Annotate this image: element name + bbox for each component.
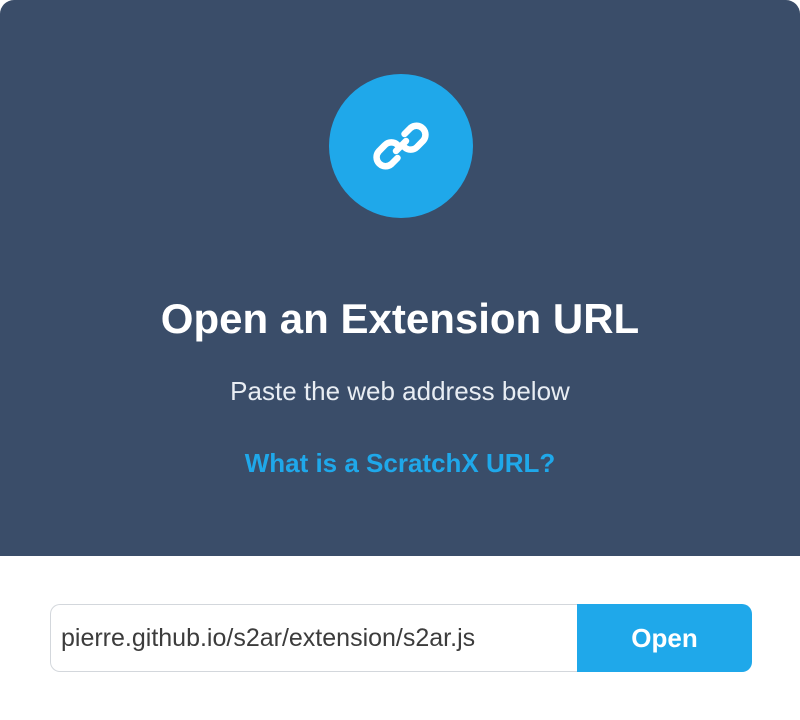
url-form: Open	[50, 604, 752, 672]
link-icon	[373, 122, 429, 170]
open-button[interactable]: Open	[577, 604, 752, 672]
open-extension-url-dialog: Open an Extension URL Paste the web addr…	[0, 0, 800, 720]
dialog-subtitle: Paste the web address below	[230, 376, 570, 406]
scratchx-url-help-link[interactable]: What is a ScratchX URL?	[0, 446, 800, 480]
dialog-title: Open an Extension URL	[160, 295, 640, 342]
link-icon-circle	[329, 74, 473, 218]
dialog-header: Open an Extension URL Paste the web addr…	[0, 0, 800, 556]
extension-url-input[interactable]	[50, 604, 578, 672]
